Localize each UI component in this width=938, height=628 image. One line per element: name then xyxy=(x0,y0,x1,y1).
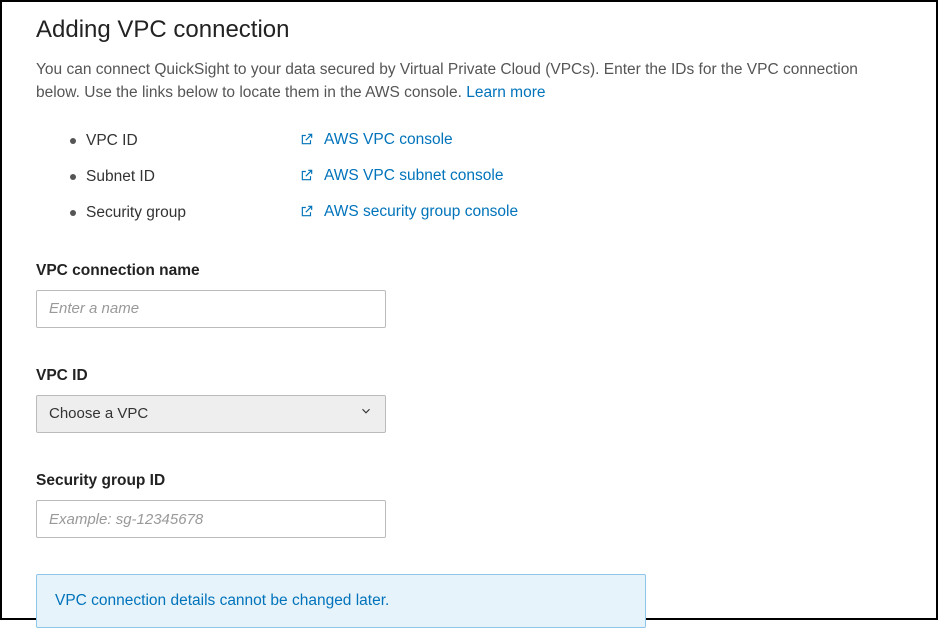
aws-vpc-subnet-console-link[interactable]: AWS VPC subnet console xyxy=(300,164,503,187)
id-row-label: Subnet ID xyxy=(70,165,300,188)
chevron-down-icon xyxy=(359,403,373,426)
id-label-text: VPC ID xyxy=(86,129,138,152)
label-vpc-id: VPC ID xyxy=(36,364,902,387)
intro-text: You can connect QuickSight to your data … xyxy=(36,58,902,105)
info-banner-text: VPC connection details cannot be changed… xyxy=(55,592,389,609)
intro-part: You can connect QuickSight to your data … xyxy=(36,61,858,101)
section-security-group-id: Security group ID xyxy=(36,469,902,538)
learn-more-link[interactable]: Learn more xyxy=(466,84,545,101)
external-link-icon xyxy=(300,204,314,218)
id-row-subnet: Subnet ID AWS VPC subnet console xyxy=(70,159,902,195)
id-link-list: VPC ID AWS VPC console Subnet ID AWS VPC… xyxy=(70,123,902,231)
security-group-id-input[interactable] xyxy=(36,500,386,538)
label-connection-name: VPC connection name xyxy=(36,259,902,282)
link-text: AWS VPC console xyxy=(324,128,453,151)
aws-security-group-console-link[interactable]: AWS security group console xyxy=(300,200,518,223)
id-row-vpc: VPC ID AWS VPC console xyxy=(70,123,902,159)
section-vpc-id: VPC ID Choose a VPC xyxy=(36,364,902,433)
bullet-icon xyxy=(70,138,76,144)
link-text: AWS VPC subnet console xyxy=(324,164,503,187)
external-link-icon xyxy=(300,132,314,146)
vpc-id-select[interactable]: Choose a VPC xyxy=(36,395,386,433)
vpc-select-value: Choose a VPC xyxy=(49,403,148,426)
label-security-group-id: Security group ID xyxy=(36,469,902,492)
id-label-text: Security group xyxy=(86,201,186,224)
connection-name-input[interactable] xyxy=(36,290,386,328)
external-link-icon xyxy=(300,168,314,182)
link-text: AWS security group console xyxy=(324,200,518,223)
id-row-label: Security group xyxy=(70,201,300,224)
bullet-icon xyxy=(70,174,76,180)
page-title: Adding VPC connection xyxy=(36,12,902,48)
aws-vpc-console-link[interactable]: AWS VPC console xyxy=(300,128,453,151)
id-row-label: VPC ID xyxy=(70,129,300,152)
id-label-text: Subnet ID xyxy=(86,165,155,188)
bullet-icon xyxy=(70,210,76,216)
section-connection-name: VPC connection name xyxy=(36,259,902,328)
id-row-sg: Security group AWS security group consol… xyxy=(70,195,902,231)
